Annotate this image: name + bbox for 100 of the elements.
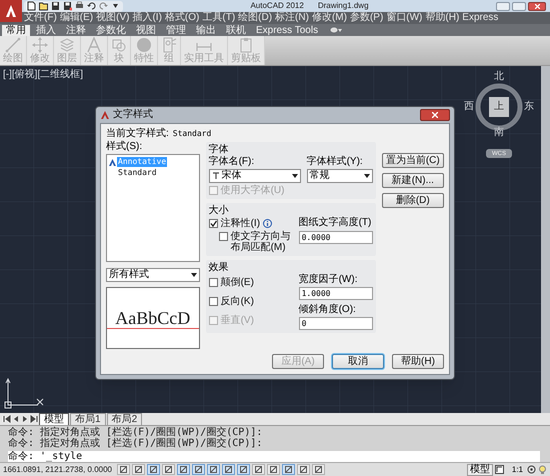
dialog-button[interactable]: 删除(D) bbox=[382, 193, 444, 208]
layout-tab[interactable]: 布局1 bbox=[70, 413, 106, 425]
direction-label: 西 bbox=[464, 102, 474, 112]
menu-item[interactable]: 修改(M) bbox=[312, 13, 347, 23]
status-toggle-button[interactable] bbox=[282, 464, 295, 475]
status-toggle-button[interactable] bbox=[192, 464, 205, 475]
checkbox-label: 使用大字体(U) bbox=[220, 185, 284, 196]
dropdown[interactable]: 宋体 bbox=[208, 169, 301, 183]
annotation-scale-button[interactable]: 1:1 bbox=[510, 466, 525, 474]
toggle-icon bbox=[255, 466, 262, 473]
dialog-button[interactable]: 新建(N)... bbox=[382, 173, 444, 188]
input-field[interactable]: 0 bbox=[298, 317, 373, 330]
input-field[interactable]: 1.0000 bbox=[298, 287, 373, 300]
panel-label: 特性 bbox=[134, 54, 154, 64]
toggle-icon bbox=[225, 466, 232, 473]
style-list[interactable]: Annotative Standard bbox=[106, 154, 200, 262]
layout-tab[interactable]: 布局2 bbox=[106, 413, 142, 425]
menu-item[interactable]: 编辑(E) bbox=[60, 13, 94, 23]
ribbon-tab[interactable]: 联机 bbox=[222, 25, 250, 36]
viewcube-face[interactable]: 上 bbox=[489, 97, 509, 117]
status-toggle-button[interactable] bbox=[297, 464, 310, 475]
list-item[interactable]: Standard bbox=[117, 168, 158, 178]
menu-item[interactable]: 工具(T) bbox=[202, 13, 236, 23]
close-icon bbox=[432, 112, 438, 118]
checkbox[interactable] bbox=[218, 232, 228, 241]
dialog-button[interactable]: 置为当前(C) bbox=[382, 153, 444, 168]
command-input[interactable]: 命令: '_style bbox=[8, 451, 540, 462]
status-toggle-button[interactable] bbox=[252, 464, 265, 475]
menu-item[interactable]: 帮助(H) bbox=[425, 13, 460, 23]
next-tab-icon[interactable] bbox=[21, 415, 29, 423]
status-toggle-button[interactable] bbox=[222, 464, 235, 475]
checkbox-label: 使文字方向与布局匹配(M) bbox=[230, 231, 292, 253]
menu-item[interactable]: 文件(F) bbox=[24, 13, 57, 23]
ribbon-tab[interactable]: 注释 bbox=[62, 25, 90, 36]
undo-icon[interactable] bbox=[87, 1, 96, 11]
clipboard-tool-icon[interactable] bbox=[238, 37, 254, 53]
menu-item[interactable]: 标注(N) bbox=[275, 13, 309, 23]
new-file-icon[interactable] bbox=[27, 1, 36, 11]
toggle-icon bbox=[120, 466, 127, 473]
dropdown[interactable]: 常规 bbox=[306, 169, 373, 183]
checkbox-label: 颠倒(E) bbox=[220, 277, 254, 288]
ribbon-tab[interactable]: 常用 bbox=[2, 25, 30, 36]
checkbox[interactable] bbox=[208, 278, 218, 287]
save-icon[interactable] bbox=[51, 1, 60, 11]
menu-item[interactable]: 插入(I) bbox=[132, 13, 162, 23]
close-button[interactable] bbox=[420, 109, 450, 121]
checkbox-label: 注释性(I) bbox=[220, 218, 260, 229]
checkbox[interactable] bbox=[208, 219, 218, 228]
menu-item[interactable]: 视图(V) bbox=[96, 13, 130, 23]
menu-item[interactable]: Express bbox=[462, 13, 498, 23]
layout-icon[interactable] bbox=[494, 465, 504, 474]
panel-label: 绘图 bbox=[3, 54, 23, 64]
dialog-button[interactable]: 帮助(H) bbox=[392, 354, 444, 369]
printer-icon[interactable] bbox=[75, 1, 84, 11]
ribbon-tab[interactable]: 管理 bbox=[162, 25, 190, 36]
ribbon-tab[interactable]: Express Tools bbox=[252, 25, 322, 36]
document-title: Drawing1.dwg bbox=[318, 2, 369, 10]
list-item[interactable]: Annotative bbox=[117, 157, 168, 167]
app-menu-button[interactable] bbox=[0, 0, 22, 22]
menu-item[interactable]: 窗口(W) bbox=[386, 13, 422, 23]
info-icon[interactable] bbox=[263, 219, 272, 228]
status-toggle-button[interactable] bbox=[132, 464, 145, 475]
close-button[interactable] bbox=[528, 2, 546, 10]
ribbon-toggle-icon[interactable] bbox=[330, 26, 342, 34]
panel-label: 实用工具 bbox=[184, 54, 224, 64]
status-toggle-button[interactable] bbox=[162, 464, 175, 475]
menu-item[interactable]: 格式(O) bbox=[164, 13, 200, 23]
ribbon-tab[interactable]: 输出 bbox=[192, 25, 220, 36]
checkbox[interactable] bbox=[208, 297, 218, 306]
viewport-label[interactable]: [-][俯视][二维线框] bbox=[3, 70, 83, 80]
coordinates-readout: 1661.0891, 2121.2738, 0.0000 bbox=[3, 466, 113, 474]
status-toggle-button[interactable] bbox=[267, 464, 280, 475]
check-icon bbox=[210, 220, 217, 227]
status-toggle-button[interactable] bbox=[237, 464, 250, 475]
ribbon-tab[interactable]: 视图 bbox=[132, 25, 160, 36]
last-tab-icon[interactable] bbox=[30, 415, 38, 423]
menu-item[interactable]: 参数(P) bbox=[350, 13, 384, 23]
dialog-button[interactable]: 取消 bbox=[332, 354, 384, 369]
status-toggle-button[interactable] bbox=[177, 464, 190, 475]
ribbon-tab[interactable]: 参数化 bbox=[92, 25, 130, 36]
status-toggle-button[interactable] bbox=[147, 464, 160, 475]
dropdown[interactable]: 所有样式 bbox=[106, 268, 200, 282]
panel-label: 注释 bbox=[84, 54, 104, 64]
status-toggle-button[interactable] bbox=[117, 464, 130, 475]
caret-icon bbox=[190, 273, 197, 277]
minimize-button[interactable] bbox=[496, 2, 510, 10]
toggle-icon bbox=[315, 466, 322, 473]
first-tab-icon[interactable] bbox=[3, 415, 11, 423]
maximize-button[interactable] bbox=[512, 2, 526, 10]
model-space-button[interactable]: 模型 bbox=[466, 464, 493, 476]
scrollbar[interactable] bbox=[541, 66, 550, 413]
status-toggle-button[interactable] bbox=[207, 464, 220, 475]
input-field[interactable]: 0.0000 bbox=[298, 231, 373, 244]
save-as-icon[interactable] bbox=[63, 1, 72, 11]
previous-tab-icon[interactable] bbox=[12, 415, 20, 423]
status-toggle-button[interactable] bbox=[312, 464, 325, 475]
open-folder-icon[interactable] bbox=[39, 1, 48, 11]
ribbon-tab[interactable]: 插入 bbox=[32, 25, 60, 36]
layout-tab[interactable]: 模型 bbox=[39, 413, 69, 425]
menu-item[interactable]: 绘图(D) bbox=[238, 13, 272, 23]
